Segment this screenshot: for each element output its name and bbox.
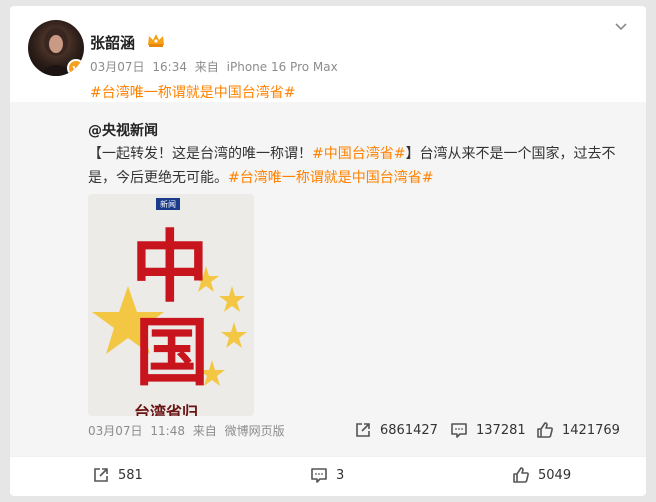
- poster-logo-text: 新闻: [160, 199, 176, 209]
- repost-image[interactable]: 新闻 中 国 台湾省归: [88, 194, 254, 416]
- repost-text: 【一起转发！这是台湾的唯一称谓！#中国台湾省#】台湾从来不是一个国家，过去不是，…: [88, 142, 618, 190]
- repost-text-part1: 【一起转发！这是台湾的唯一称谓！: [88, 146, 312, 162]
- avatar[interactable]: v: [28, 20, 84, 76]
- repost-block[interactable]: @央视新闻 【一起转发！这是台湾的唯一称谓！#中国台湾省#】台湾从来不是一个国家…: [10, 102, 646, 456]
- source-prefix: 来自: [192, 424, 217, 438]
- source-prefix: 来自: [194, 60, 219, 74]
- post-source: iPhone 16 Pro Max: [226, 60, 338, 74]
- like-icon: [537, 422, 553, 438]
- post-meta: 03月07日 16:34 来自 iPhone 16 Pro Max: [90, 58, 342, 75]
- chevron-down-icon[interactable]: [614, 22, 628, 32]
- repost-icon: [356, 423, 370, 437]
- repost-count-button[interactable]: 6861427: [354, 420, 438, 440]
- verified-icon: v: [67, 59, 84, 76]
- repost-author[interactable]: @央视新闻: [88, 120, 158, 140]
- footer-repost-count: 581: [118, 467, 143, 483]
- footer-like-button[interactable]: 5049: [512, 464, 571, 486]
- repost-meta: 03月07日 11:48 来自 微博网页版: [88, 422, 289, 439]
- weibo-post-card: v 张韶涵 03月07日 16:34 来自 iPhone 16 Pro Max …: [10, 6, 646, 496]
- hashtag-link[interactable]: #台湾唯一称谓就是中国台湾省#: [228, 170, 433, 186]
- footer-comment-button[interactable]: 3: [310, 464, 344, 486]
- footer-like-count: 5049: [538, 467, 572, 483]
- comment-icon: [311, 468, 327, 483]
- post-date[interactable]: 03月07日: [90, 60, 145, 74]
- post-time[interactable]: 16:34: [152, 60, 187, 74]
- china-poster-image: 新闻 中 国 台湾省归: [88, 194, 254, 416]
- poster-char-guo: 国: [135, 310, 209, 396]
- footer-divider: [10, 456, 646, 457]
- repost-time[interactable]: 11:48: [150, 424, 185, 438]
- comment-count-button[interactable]: 137281: [450, 420, 526, 440]
- like-count: 1421769: [562, 422, 620, 438]
- like-count-button[interactable]: 1421769: [536, 420, 620, 440]
- footer-comment-count: 3: [336, 467, 345, 483]
- author-name[interactable]: 张韶涵: [90, 32, 135, 53]
- repost-date[interactable]: 03月07日: [88, 424, 143, 438]
- repost-icon: [94, 468, 108, 482]
- repost-source: 微博网页版: [224, 424, 285, 438]
- comment-count: 137281: [476, 422, 526, 438]
- footer-repost-button[interactable]: 581: [92, 464, 143, 486]
- poster-char-zhong: 中: [131, 222, 209, 313]
- post-hashtag[interactable]: #台湾唯一称谓就是中国台湾省#: [90, 82, 295, 102]
- comment-icon: [451, 423, 467, 438]
- crown-icon: [148, 34, 164, 47]
- repost-count: 6861427: [380, 422, 438, 438]
- hashtag-link[interactable]: #中国台湾省#: [312, 146, 405, 162]
- poster-bottom-text: 台湾省归: [134, 403, 198, 416]
- like-icon: [513, 467, 529, 483]
